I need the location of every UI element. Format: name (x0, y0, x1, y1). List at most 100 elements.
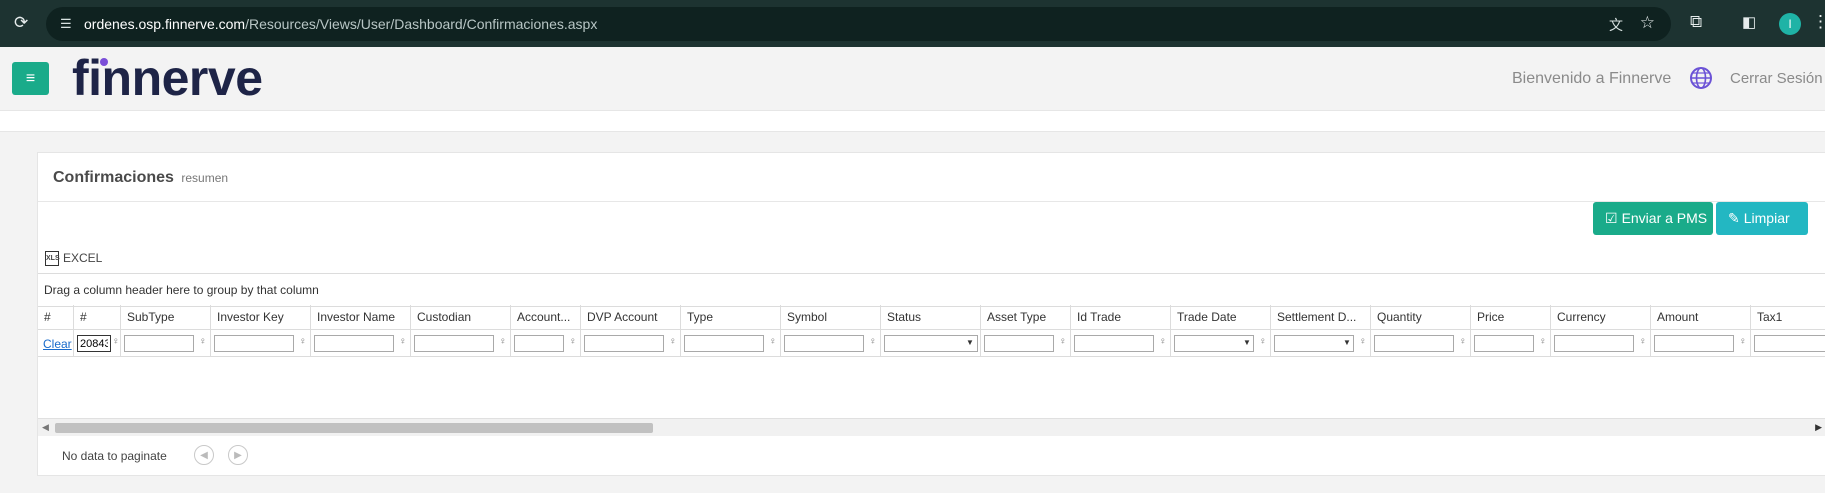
filter-select-trade-date[interactable] (1174, 335, 1254, 352)
pager-status-text: No data to paginate (62, 449, 167, 463)
send-to-pms-button[interactable]: ☑ Enviar a PMS (1593, 202, 1713, 235)
column-header-currency[interactable]: Currency (1550, 305, 1650, 329)
address-bar[interactable]: ☰ ordenes.osp.finnerve.com/Resources/Vie… (46, 7, 1671, 41)
panel-divider (38, 201, 1825, 202)
filter-input-subtype[interactable] (124, 335, 194, 352)
filter-input-currency[interactable] (1554, 335, 1634, 352)
grid-header-row: # # SubType Investor Key Investor Name C… (38, 305, 1825, 330)
filter-icon[interactable]: ♀ (1359, 336, 1367, 347)
site-info-icon[interactable]: ☰ (60, 16, 72, 32)
column-header-subtype[interactable]: SubType (120, 305, 210, 329)
filter-cell-symbol: ♀ (780, 330, 880, 356)
clear-filter-link[interactable]: Clear (43, 337, 72, 351)
filter-icon[interactable]: ♀ (399, 336, 407, 347)
column-header-status[interactable]: Status (880, 305, 980, 329)
filter-cell-tax1 (1750, 330, 1825, 356)
profile-avatar[interactable]: I (1779, 13, 1801, 35)
side-panel-icon[interactable]: ◧ (1742, 13, 1756, 31)
scroll-thumb[interactable] (55, 423, 653, 433)
filter-icon[interactable]: ♀ (499, 336, 507, 347)
filter-input-symbol[interactable] (784, 335, 864, 352)
column-header-account[interactable]: Account... (510, 305, 580, 329)
column-header-dvp-account[interactable]: DVP Account (580, 305, 680, 329)
browser-toolbar: ⟳ ☰ ordenes.osp.finnerve.com/Resources/V… (0, 0, 1825, 47)
filter-select-settlement-date[interactable] (1274, 335, 1354, 352)
column-header-investor-name[interactable]: Investor Name (310, 305, 410, 329)
filter-cell-type: ♀ (680, 330, 780, 356)
translate-icon[interactable]: 文 (1609, 15, 1623, 35)
filter-icon[interactable]: ♀ (1059, 336, 1067, 347)
filter-select-status[interactable] (884, 335, 978, 352)
column-header-tax1[interactable]: Tax1 (1750, 305, 1825, 329)
filter-icon[interactable]: ♀ (1459, 336, 1467, 347)
column-header-index[interactable]: # (38, 305, 73, 329)
filter-icon[interactable]: ♀ (869, 336, 877, 347)
extensions-icon[interactable]: ⧉ (1690, 12, 1702, 32)
filter-cell-account: ♀ (510, 330, 580, 356)
column-header-amount[interactable]: Amount (1650, 305, 1750, 329)
filter-icon[interactable]: ♀ (1739, 336, 1747, 347)
filter-icon[interactable]: ♀ (569, 336, 577, 347)
column-header-trade-date[interactable]: Trade Date (1170, 305, 1270, 329)
finnerve-logo: finnerve (72, 50, 263, 106)
url-text[interactable]: ordenes.osp.finnerve.com/Resources/Views… (84, 16, 597, 32)
group-by-panel[interactable]: Drag a column header here to group by th… (38, 273, 1825, 307)
filter-icon[interactable]: ♀ (199, 336, 207, 347)
column-header-settlement-date[interactable]: Settlement D... (1270, 305, 1370, 329)
filter-icon[interactable]: ♀ (769, 336, 777, 347)
column-header-id[interactable]: # (73, 305, 120, 329)
column-header-investor-key[interactable]: Investor Key (210, 305, 310, 329)
column-header-quantity[interactable]: Quantity (1370, 305, 1470, 329)
browser-menu-icon[interactable]: ⋮ (1812, 12, 1825, 32)
send-to-pms-label: Enviar a PMS (1621, 210, 1708, 226)
excel-icon: XLS (45, 251, 60, 267)
filter-input-type[interactable] (684, 335, 764, 352)
filter-input-amount[interactable] (1654, 335, 1734, 352)
filter-icon[interactable]: ♀ (1539, 336, 1547, 347)
filter-cell-subtype: ♀ (120, 330, 210, 356)
pager-next-icon[interactable]: ▶ (228, 445, 248, 465)
dropdown-arrow-icon[interactable]: ▼ (966, 338, 974, 347)
panel-title: Confirmaciones resumen (53, 169, 228, 187)
clear-button[interactable]: ✎ Limpiar (1716, 202, 1808, 235)
globe-icon[interactable] (1689, 66, 1713, 90)
scroll-left-arrow-icon[interactable]: ◀ (42, 422, 49, 433)
column-header-type[interactable]: Type (680, 305, 780, 329)
column-header-symbol[interactable]: Symbol (780, 305, 880, 329)
filter-input-quantity[interactable] (1374, 335, 1454, 352)
scroll-right-arrow-icon[interactable]: ▶ (1815, 422, 1822, 433)
reload-icon[interactable]: ⟳ (14, 13, 28, 33)
filter-icon[interactable]: ♀ (669, 336, 677, 347)
filter-input-asset-type[interactable] (984, 335, 1054, 352)
filter-icon[interactable]: ♀ (1159, 336, 1167, 347)
excel-export-button[interactable]: XLS EXCEL (45, 251, 102, 267)
filter-cell-index: Clear (38, 330, 73, 356)
filter-input-investor-key[interactable] (214, 335, 294, 352)
dropdown-arrow-icon[interactable]: ▼ (1343, 338, 1351, 347)
pager-prev-icon[interactable]: ◀ (194, 445, 214, 465)
filter-cell-price: ♀ (1470, 330, 1550, 356)
horizontal-scrollbar[interactable]: ◀ ▶ (38, 418, 1825, 436)
logout-link[interactable]: Cerrar Sesión (1730, 70, 1823, 87)
column-header-price[interactable]: Price (1470, 305, 1550, 329)
hamburger-menu-button[interactable]: ≡ (12, 62, 49, 95)
filter-cell-settlement-date: ▼ ♀ (1270, 330, 1370, 356)
filter-input-dvp-account[interactable] (584, 335, 664, 352)
filter-input-tax1[interactable] (1754, 335, 1825, 352)
bookmark-star-icon[interactable]: ☆ (1640, 13, 1655, 33)
filter-input-account[interactable] (514, 335, 564, 352)
column-header-custodian[interactable]: Custodian (410, 305, 510, 329)
filter-input-id-trade[interactable] (1074, 335, 1154, 352)
filter-icon[interactable]: ♀ (1639, 336, 1647, 347)
dropdown-arrow-icon[interactable]: ▼ (1243, 338, 1251, 347)
filter-cell-status: ▼ (880, 330, 980, 356)
filter-input-custodian[interactable] (414, 335, 494, 352)
filter-input-price[interactable] (1474, 335, 1534, 352)
filter-input-investor-name[interactable] (314, 335, 394, 352)
column-header-asset-type[interactable]: Asset Type (980, 305, 1070, 329)
filter-icon[interactable]: ♀ (299, 336, 307, 347)
filter-input-id[interactable] (77, 335, 111, 352)
filter-icon[interactable]: ♀ (1259, 336, 1267, 347)
column-header-id-trade[interactable]: Id Trade (1070, 305, 1170, 329)
filter-icon[interactable]: ♀ (112, 336, 120, 347)
